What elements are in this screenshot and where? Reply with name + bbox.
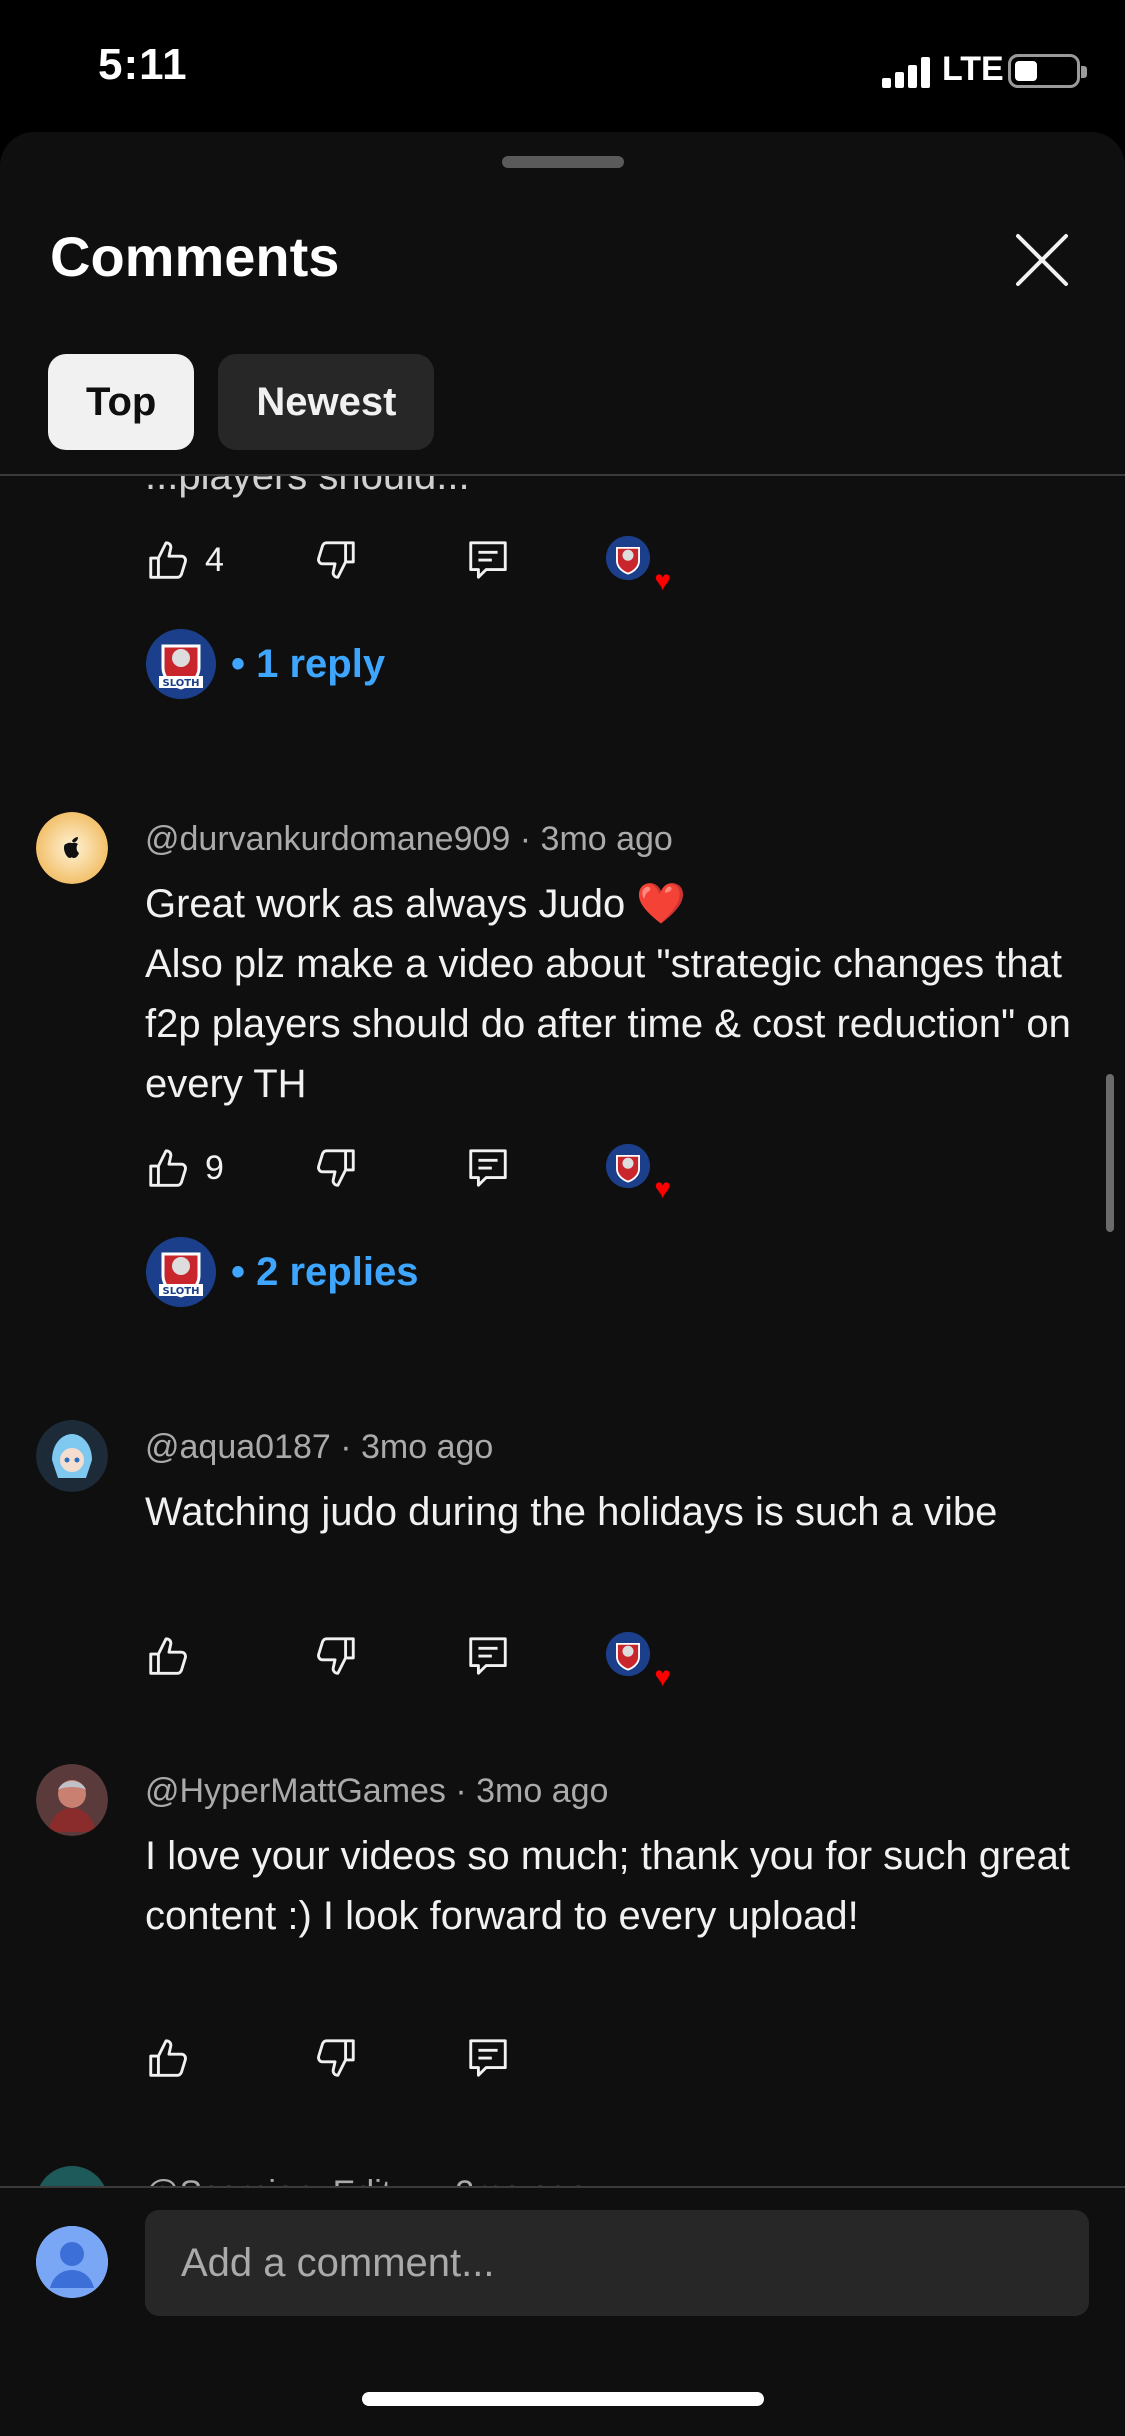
channel-avatar-icon (605, 1143, 651, 1189)
comment-age: 3mo ago (476, 1772, 609, 1810)
dislike-button[interactable] (313, 2028, 359, 2088)
avatar[interactable] (36, 1764, 108, 1836)
signal-icon (882, 56, 934, 88)
comment-actions: 4 ♥ (145, 530, 705, 595)
status-time: 5:11 (98, 40, 188, 89)
thumbs-down-icon (317, 1149, 355, 1187)
dislike-button[interactable] (313, 530, 359, 590)
creator-heart: ♥ (605, 1138, 671, 1203)
thumbs-up-icon (149, 1637, 187, 1675)
dislike-button[interactable] (313, 1138, 359, 1198)
replies-count-label: • 1 reply (231, 641, 386, 686)
comment-list[interactable]: ...players should... 4 ♥ SLOTH • 1 reply… (0, 476, 1125, 2188)
sheet-title: Comments (50, 225, 340, 288)
reply-button[interactable] (465, 1138, 511, 1198)
reply-button[interactable] (465, 530, 511, 590)
tab-top[interactable]: Top (48, 354, 195, 450)
anime-avatar-icon (36, 1420, 108, 1492)
tab-newest[interactable]: Newest (218, 354, 435, 450)
thumbs-down-icon (317, 541, 355, 579)
view-replies-button[interactable]: SLOTH • 2 replies (145, 1236, 418, 1308)
reply-button[interactable] (465, 1626, 511, 1686)
channel-avatar-icon: SLOTH (146, 629, 216, 699)
reply-icon (469, 541, 507, 579)
comment-item: @Scorpion_Editzz · 3mo ago (0, 2166, 1125, 2188)
apple-avatar-icon (36, 812, 108, 884)
like-button[interactable] (145, 1626, 191, 1686)
thumbs-up-icon (149, 1149, 187, 1187)
battery-icon (1008, 54, 1087, 88)
comment-text: Great work as always Judo ❤️ Also plz ma… (145, 882, 1071, 1106)
close-icon (1016, 234, 1068, 286)
comment-input[interactable] (145, 2210, 1089, 2316)
close-button[interactable] (1006, 224, 1078, 296)
scrollbar[interactable] (1106, 1074, 1114, 1232)
like-button[interactable] (145, 2028, 191, 2088)
svg-text:SLOTH: SLOTH (163, 1286, 200, 1297)
dislike-button[interactable] (313, 1626, 359, 1686)
comment-meta: @HyperMattGames · 3mo ago (145, 1772, 609, 1810)
status-bar: 5:11 LTE (0, 0, 1125, 130)
reply-button[interactable] (465, 2028, 511, 2088)
creator-heart: ♥ (605, 530, 671, 595)
thumbs-down-icon (317, 1637, 355, 1675)
like-button[interactable]: 4 (145, 530, 224, 590)
comment-actions (145, 2028, 705, 2088)
truncated-comment-text: ...players should... (145, 476, 470, 498)
replies-count-label: • 2 replies (231, 1249, 419, 1294)
view-replies-button[interactable]: SLOTH • 1 reply (145, 628, 385, 700)
person-icon (36, 2226, 108, 2298)
reply-icon (469, 2039, 507, 2077)
heart-icon: ♥ (654, 565, 671, 596)
svg-text:SLOTH: SLOTH (163, 678, 200, 689)
comment-age: 3mo ago (361, 1428, 494, 1466)
comment-author[interactable]: @aqua0187 (145, 1428, 331, 1466)
comment-actions: ♥ (145, 1626, 705, 1691)
user-avatar (36, 2226, 108, 2298)
avatar[interactable] (36, 812, 108, 884)
comment-text: I love your videos so much; thank you fo… (145, 1834, 1070, 1938)
channel-avatar-icon (605, 535, 651, 581)
like-count: 9 (205, 1148, 224, 1187)
comment-age: 3mo ago (540, 820, 673, 858)
sort-tabs: Top Newest (48, 354, 435, 450)
comment-meta: @aqua0187 · 3mo ago (145, 1428, 494, 1466)
drag-handle[interactable] (502, 156, 624, 168)
channel-avatar-icon: SLOTH (146, 1237, 216, 1307)
network-label: LTE (942, 50, 1004, 88)
thumbs-up-icon (149, 2039, 187, 2077)
thumbs-down-icon (317, 2039, 355, 2077)
comment-actions: 9 ♥ (145, 1138, 705, 1203)
heart-icon: ♥ (654, 1173, 671, 1204)
like-button[interactable]: 9 (145, 1138, 224, 1198)
gamer-avatar-icon (36, 1764, 108, 1836)
reply-icon (469, 1637, 507, 1675)
channel-avatar-icon (605, 1631, 651, 1677)
thumbs-up-icon (149, 541, 187, 579)
heart-icon: ♥ (654, 1661, 671, 1692)
comment-text: Watching judo during the holidays is suc… (145, 1490, 998, 1534)
comment-meta: @durvankurdomane909 · 3mo ago (145, 820, 673, 858)
creator-heart: ♥ (605, 1626, 671, 1691)
home-indicator[interactable] (362, 2392, 764, 2406)
reply-icon (469, 1149, 507, 1187)
avatar[interactable] (36, 2166, 108, 2188)
like-count: 4 (205, 540, 224, 579)
comment-author[interactable]: @durvankurdomane909 (145, 820, 510, 858)
comment-author[interactable]: @HyperMattGames (145, 1772, 446, 1810)
avatar[interactable] (36, 1420, 108, 1492)
